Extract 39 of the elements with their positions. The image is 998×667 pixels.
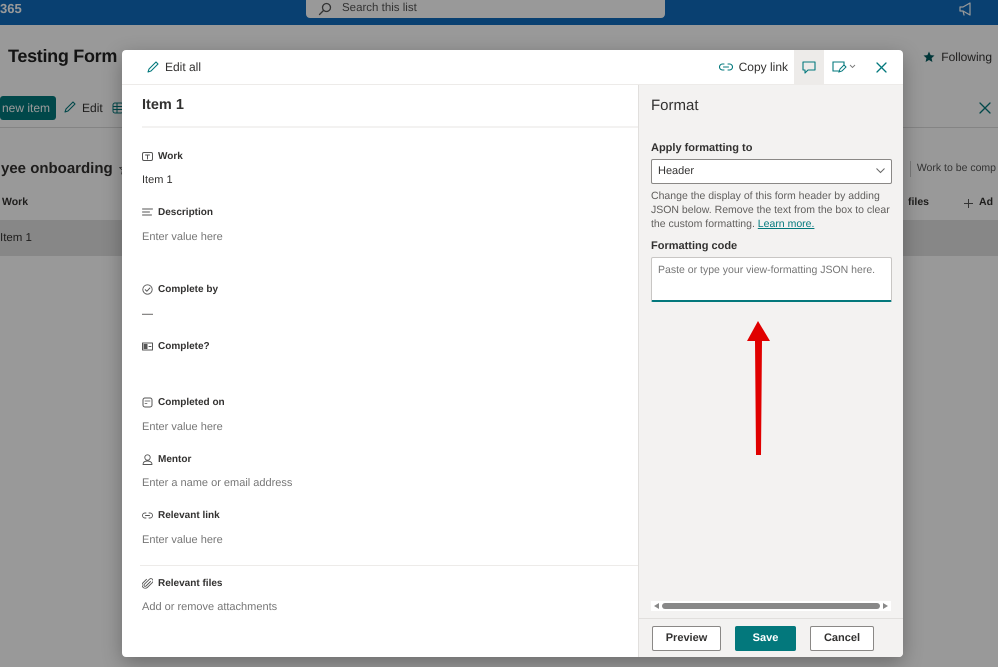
field-label: Description [158, 206, 214, 220]
code-field[interactable]: Paste or type your view-formatting JSON here. [651, 257, 892, 302]
field-label: Formatting code [651, 238, 738, 254]
form-button[interactable]: Cancel [810, 626, 874, 650]
field-placeholder[interactable]: Add or remove attachments [142, 599, 638, 616]
app-name: 365 [0, 0, 22, 18]
description-text: Change the display of this form header by adding JSON below. Remove the text from the box to clear the custom formatting. Learn more. [651, 188, 891, 230]
field-placeholder[interactable]: Enter value here [142, 228, 638, 245]
column-header[interactable]: files [908, 195, 929, 211]
form-button[interactable]: Save [735, 626, 796, 650]
field-label: Apply formatting to [651, 141, 754, 156]
page-title: Testing Form [8, 45, 118, 68]
edit-all-button[interactable]: Edit all [140, 50, 208, 84]
filter-text: Work to be comp [910, 161, 996, 177]
field-value[interactable]: Item 1 [142, 172, 638, 188]
field-placeholder[interactable]: Enter a name or email address [142, 475, 638, 492]
follow-button[interactable]: Following [922, 46, 993, 66]
form-button[interactable]: Preview [652, 626, 721, 650]
field-placeholder[interactable]: Enter value here [142, 418, 638, 435]
field-placeholder[interactable]: Enter value here [142, 532, 638, 548]
new-item-button[interactable]: new item [0, 96, 56, 120]
add-column-button[interactable]: Ad [963, 194, 994, 212]
field-label: Relevant files [158, 576, 222, 590]
field-value[interactable]: — [142, 306, 638, 322]
field-label: Complete by [158, 283, 218, 297]
learn-more-link[interactable]: Learn more. [758, 218, 814, 230]
copy-link-button[interactable]: Copy link [712, 50, 794, 84]
edit-button[interactable]: Edit [62, 98, 104, 118]
field-label: Mentor [158, 452, 192, 466]
field-label: Completed on [158, 396, 225, 410]
format-dropdown[interactable]: Header [651, 158, 892, 184]
panel-title: Format [651, 96, 700, 116]
view-name[interactable]: yee onboarding [1, 158, 113, 180]
item-title: Item 1 [142, 85, 638, 128]
search-field[interactable]: Search this list [306, 0, 665, 18]
column-header[interactable]: Work [2, 195, 28, 211]
field-label: Complete? [158, 340, 210, 354]
field-label: Work [158, 150, 183, 164]
field-label: Relevant link [158, 509, 220, 523]
